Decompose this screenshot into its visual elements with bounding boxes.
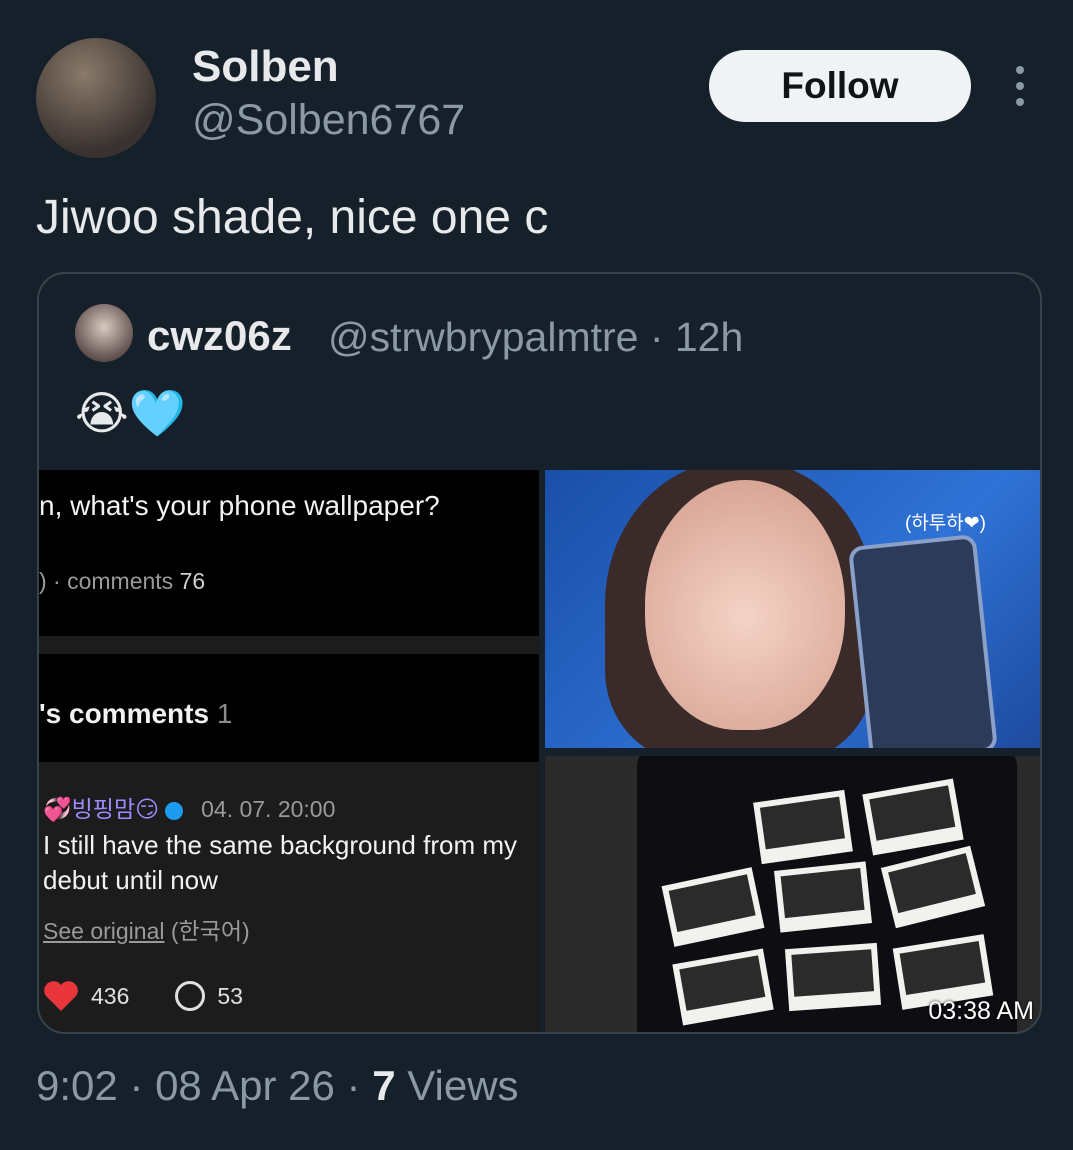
polaroid-photo <box>784 942 882 1012</box>
quoted-author-avatar[interactable] <box>75 304 133 362</box>
verified-icon <box>165 801 184 820</box>
tweet-text: Jiwoo shade, nice one c <box>36 191 549 244</box>
tweet-footer: 9:02 · 08 Apr 26 · 7 Views <box>36 1062 519 1110</box>
comment-text: I still have the same background from my… <box>43 830 517 895</box>
follow-button[interactable]: Follow <box>709 50 971 122</box>
photo-phone <box>847 533 999 748</box>
photo-timestamp: 03:38 AM <box>928 997 1034 1025</box>
comment-bubble-icon <box>175 981 206 1011</box>
media-image-comment-screenshot[interactable]: n, what's your phone wallpaper? ) · comm… <box>39 470 539 1032</box>
polaroid-photo <box>661 867 765 947</box>
post-question: n, what's your phone wallpaper? <box>39 490 440 521</box>
like-count: 436 <box>91 982 130 1009</box>
photo-face <box>645 480 845 730</box>
post-header-block: n, what's your phone wallpaper? ) · comm… <box>39 470 539 636</box>
reply-count: 53 <box>217 982 243 1009</box>
post-stats: ) · comments 76 <box>39 568 206 594</box>
polaroid-photo <box>672 948 774 1026</box>
media-grid: n, what's your phone wallpaper? ) · comm… <box>39 470 1040 1032</box>
polaroid-photo <box>862 778 964 856</box>
author-name[interactable]: Solben <box>192 42 339 92</box>
tweet-time-date[interactable]: 9:02 · 08 Apr 26 · <box>36 1062 372 1109</box>
author-handle[interactable]: @Solben6767 <box>192 96 465 145</box>
views-label: Views <box>395 1062 519 1109</box>
photo-phone-screen <box>637 756 1017 1032</box>
author-avatar[interactable] <box>36 38 156 158</box>
comment-username: 💞빙핑맘😏 04. 07. 20:00 <box>43 796 336 822</box>
media-image-selfie[interactable]: (하투하❤) <box>545 470 1040 748</box>
polaroid-photo <box>774 861 872 933</box>
polaroid-photo <box>753 789 853 865</box>
more-options-icon[interactable] <box>1006 66 1034 108</box>
photo-caption: (하투하❤) <box>905 513 987 534</box>
quoted-author-meta: @strwbrypalmtre · 12h <box>328 314 744 360</box>
see-original-link: See original (한국어) <box>43 918 250 944</box>
quoted-tweet[interactable]: cwz06z @strwbrypalmtre · 12h 😭🩵 n, what'… <box>37 272 1042 1034</box>
media-image-phone-wallpaper[interactable]: 03:38 AM <box>545 756 1040 1032</box>
polaroid-photo <box>880 845 986 929</box>
comment-actions: 436 53 <box>43 980 243 1012</box>
quoted-author-name[interactable]: cwz06z <box>147 312 292 360</box>
views-count: 7 <box>372 1062 396 1109</box>
heart-icon <box>44 981 78 1011</box>
comments-heading: 's comments 1 <box>39 698 233 729</box>
quoted-tweet-text: 😭🩵 <box>75 387 187 439</box>
